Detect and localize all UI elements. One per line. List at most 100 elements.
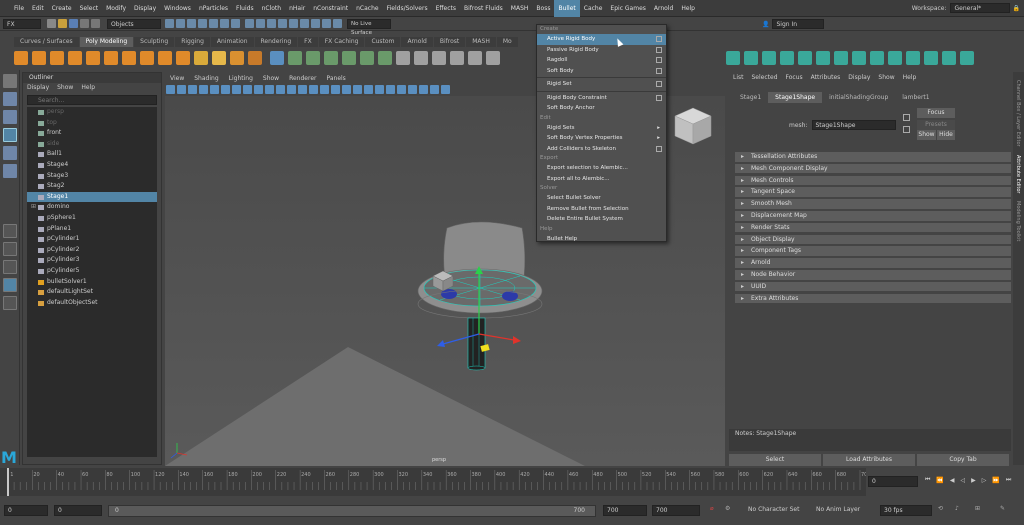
outliner-item[interactable]: pCylinder5 (27, 266, 157, 277)
snap-surface-icon[interactable] (289, 19, 298, 28)
shelf-tab-rigging[interactable]: Rigging (175, 37, 210, 47)
fps-dropdown[interactable]: 30 fps (880, 505, 932, 516)
pin-node-icon[interactable] (903, 126, 910, 133)
outliner-item[interactable]: bulletSolver1 (27, 277, 157, 288)
wax-tool-icon[interactable] (906, 51, 920, 65)
extrude-icon[interactable] (396, 51, 410, 65)
menu-item-export-all-to-alembic[interactable]: Export all to Alembic... (537, 174, 666, 185)
selection-mode-dropdown[interactable]: Objects (107, 18, 161, 29)
xray-icon[interactable] (430, 84, 439, 94)
scrape-tool-icon[interactable] (924, 51, 938, 65)
two-pane-layout-icon[interactable] (3, 260, 17, 274)
xray-joints-icon[interactable] (441, 84, 450, 94)
gate-mask-icon[interactable] (265, 84, 274, 94)
current-time-marker[interactable] (7, 468, 9, 496)
fill-hole-icon[interactable] (450, 51, 464, 65)
menu-effects[interactable]: Effects (432, 0, 460, 17)
svg-tool-icon[interactable] (248, 51, 262, 65)
imprint-tool-icon[interactable] (888, 51, 902, 65)
ae-section-tessellation-attributes[interactable]: Tessellation Attributes (735, 152, 1011, 163)
render-frame-icon[interactable] (311, 19, 320, 28)
outliner-item[interactable]: defaultLightSet (27, 287, 157, 298)
menu-create[interactable]: Create (48, 0, 76, 17)
option-box-icon[interactable] (656, 67, 662, 74)
option-box-icon[interactable] (656, 81, 662, 87)
outliner-item[interactable]: pCylinder2 (27, 245, 157, 256)
menu-modify[interactable]: Modify (102, 0, 130, 17)
ae-tab-stage1shape[interactable]: Stage1Shape (768, 92, 823, 103)
paint-select-tool-icon[interactable] (3, 110, 17, 124)
smooth-tool-icon[interactable] (744, 51, 758, 65)
motion-blur-icon[interactable] (386, 84, 395, 94)
field-chart-icon[interactable] (276, 84, 285, 94)
character-set-dropdown[interactable]: No Character Set (748, 506, 799, 513)
sculpt-tool-icon[interactable] (726, 51, 740, 65)
viewport-menu-show[interactable]: Show (263, 75, 279, 82)
step-forward-key-icon[interactable]: ⏩ (992, 477, 999, 484)
menu-item-remove-bullet-from-selection[interactable]: Remove Bullet from Selection (537, 204, 666, 215)
menu-mash[interactable]: MASH (507, 0, 533, 17)
shelf-tab-rendering[interactable]: Rendering (254, 37, 298, 47)
go-to-end-icon[interactable]: ⏭ (1006, 476, 1011, 484)
show-button[interactable]: Show (917, 130, 936, 140)
ae-section-component-tags[interactable]: Component Tags (735, 246, 1011, 257)
loop-icon[interactable]: ⟲ (938, 505, 943, 512)
boolean-icon[interactable] (324, 51, 338, 65)
ae-section-uuid[interactable]: UUID (735, 281, 1011, 293)
ae-menu-selected[interactable]: Selected (752, 74, 778, 81)
play-forwards-icon[interactable]: ▶ (971, 477, 976, 484)
anti-alias-icon[interactable] (397, 84, 406, 94)
time-slider[interactable]: 1 20 40 60 80 100 120 140 160 180 200 220 240 260 280 3… (0, 468, 871, 496)
outliner-persp-layout-icon[interactable] (3, 278, 17, 292)
mirror-icon[interactable] (378, 51, 392, 65)
film-gate-icon[interactable] (243, 84, 252, 94)
move-tool-icon[interactable] (3, 128, 17, 142)
combine-icon[interactable] (288, 51, 302, 65)
snap-grid-icon[interactable] (245, 19, 254, 28)
shelf-tab-fx[interactable]: FX (298, 37, 318, 47)
menu-bullet[interactable]: Bullet (554, 0, 580, 17)
viewport-menu-lighting[interactable]: Lighting (229, 75, 253, 82)
menu-bifrost-fluids[interactable]: Bifrost Fluids (460, 0, 507, 17)
outliner-item[interactable]: pCylinder3 (27, 255, 157, 266)
viewport-menu-panels[interactable]: Panels (326, 75, 345, 82)
ae-tab-lambert1[interactable]: lambert1 (895, 92, 936, 103)
poly-disc-icon[interactable] (122, 51, 136, 65)
resolution-gate-icon[interactable] (254, 84, 263, 94)
hide-button[interactable]: Hide (937, 130, 955, 140)
bevel-icon[interactable] (432, 51, 446, 65)
outliner-item[interactable]: top (27, 118, 157, 129)
ae-section-object-display[interactable]: Object Display (735, 234, 1011, 246)
menu-item-soft-body-vertex-properties[interactable]: Soft Body Vertex Properties ▸ (537, 133, 666, 144)
menu-file[interactable]: File (10, 0, 28, 17)
ae-section-tangent-space[interactable]: Tangent Space (735, 187, 1011, 198)
copy-tab-button[interactable]: Copy Tab (917, 454, 1009, 466)
playback-start-input[interactable]: 0 (54, 505, 102, 516)
outliner-menu-help[interactable]: Help (81, 83, 95, 93)
2d-pan-icon[interactable] (210, 84, 219, 94)
poly-pyramid-icon[interactable] (158, 51, 172, 65)
repeat-tool-icon[interactable] (870, 51, 884, 65)
wireframe-icon[interactable] (309, 84, 318, 94)
workspace-dropdown[interactable]: General* (949, 3, 1010, 13)
open-scene-icon[interactable] (58, 19, 67, 28)
snap-view-icon[interactable] (278, 19, 287, 28)
safe-action-icon[interactable] (287, 84, 296, 94)
platonic-solid-icon[interactable] (140, 51, 154, 65)
outliner-search-input[interactable]: Search... (27, 95, 157, 105)
sphere-select-icon[interactable] (194, 51, 208, 65)
isolate-select-icon[interactable] (419, 84, 428, 94)
select-component-icon[interactable] (187, 19, 196, 28)
undo-icon[interactable] (80, 19, 89, 28)
construction-history-icon[interactable] (300, 19, 309, 28)
knife-tool-icon[interactable] (960, 51, 974, 65)
uv-editor-icon[interactable] (270, 51, 284, 65)
ae-section-arnold[interactable]: Arnold (735, 258, 1011, 269)
option-box-icon[interactable] (656, 46, 662, 53)
ae-section-displacement-map[interactable]: Displacement Map (735, 211, 1011, 222)
select-button[interactable]: Select (729, 454, 821, 466)
shelf-tab-mo[interactable]: Mo (496, 37, 518, 47)
option-box-icon[interactable] (656, 36, 662, 42)
view-cube-icon[interactable] (674, 107, 712, 145)
ae-menu-focus[interactable]: Focus (786, 74, 803, 81)
